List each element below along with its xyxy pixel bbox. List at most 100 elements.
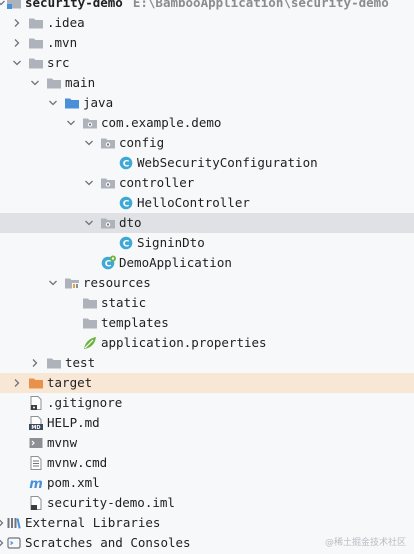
chevron-down-icon[interactable]: [48, 273, 58, 293]
tree-row-label: target: [47, 375, 93, 390]
tree-row[interactable]: .gitignore: [0, 393, 414, 413]
chevron-down-icon[interactable]: [66, 113, 76, 133]
spring-boot-class-icon: C: [100, 255, 116, 271]
folder-icon: [82, 315, 98, 331]
package-icon: [82, 115, 98, 131]
gitignore-file-icon: [28, 395, 44, 411]
markdown-file-icon: MD: [28, 415, 44, 431]
tree-row-label: DemoApplication: [119, 255, 232, 270]
tree-row[interactable]: C WebSecurityConfiguration: [0, 153, 414, 173]
tree-row[interactable]: security-demo.iml: [0, 493, 414, 513]
tree-row-label: WebSecurityConfiguration: [137, 155, 318, 170]
folder-icon: [28, 55, 44, 71]
tree-row-label: mvnw.cmd: [47, 455, 108, 470]
folder-icon: [28, 15, 44, 31]
chevron-right-icon[interactable]: [12, 13, 22, 33]
package-icon: [100, 215, 116, 231]
tree-row-label: config: [119, 135, 165, 150]
tree-row[interactable]: src: [0, 53, 414, 73]
tree-row-label: dto: [119, 215, 142, 230]
tree-row-label: SigninDto: [137, 235, 205, 250]
chevron-down-icon[interactable]: [84, 133, 94, 153]
tree-row-label: security-demo E:\BambooApplication\securi…: [25, 0, 389, 13]
tree-row[interactable]: .idea: [0, 13, 414, 33]
chevron-down-icon[interactable]: [48, 93, 58, 113]
tree-row-label: .idea: [47, 15, 85, 30]
tree-row-label: .mvn: [47, 35, 78, 50]
tree-row[interactable]: templates: [0, 313, 414, 333]
chevron-down-icon[interactable]: [12, 53, 22, 73]
tree-row-label: java: [83, 95, 114, 110]
chevron-right-icon[interactable]: [12, 33, 22, 53]
svg-text:C: C: [123, 239, 130, 249]
tree-row[interactable]: C DemoApplication: [0, 253, 414, 273]
tree-row-label: main: [65, 75, 96, 90]
folder-icon: [46, 75, 62, 91]
tree-row-label: templates: [101, 315, 169, 330]
tree-row[interactable]: static: [0, 293, 414, 313]
svg-text:C: C: [123, 199, 130, 209]
tree-row-label: External Libraries: [25, 515, 161, 530]
svg-text:C: C: [123, 159, 130, 169]
tree-row-label: pom.xml: [47, 475, 100, 490]
tree-row-label: HELP.md: [47, 415, 100, 430]
tree-row[interactable]: .mvn: [0, 33, 414, 53]
tree-row-label: application.properties: [101, 335, 267, 350]
chevron-right-icon[interactable]: [30, 353, 40, 373]
java-class-icon: C: [118, 155, 134, 171]
tree-row[interactable]: application.properties: [0, 333, 414, 353]
chevron-down-icon[interactable]: [84, 213, 94, 233]
svg-text:m: m: [29, 477, 43, 491]
folder-icon: [28, 35, 44, 51]
tree-row[interactable]: C HelloController: [0, 193, 414, 213]
tree-row[interactable]: C SigninDto: [0, 233, 414, 253]
chevron-right-icon[interactable]: [12, 373, 22, 393]
tree-row[interactable]: mvnw.cmd: [0, 453, 414, 473]
tree-row[interactable]: test: [0, 353, 414, 373]
tree-row-label: .gitignore: [47, 395, 123, 410]
tree-row-label: mvnw: [47, 435, 78, 450]
package-icon: [100, 135, 116, 151]
module-folder-icon: [6, 0, 22, 11]
iml-file-icon: [28, 495, 44, 511]
tree-row[interactable]: dto: [0, 213, 414, 233]
tree-row-label: security-demo.iml: [47, 495, 175, 510]
tree-row-label: test: [65, 355, 96, 370]
tree-row[interactable]: m pom.xml: [0, 473, 414, 493]
tree-row[interactable]: mvnw: [0, 433, 414, 453]
tree-row-label: src: [47, 55, 70, 70]
libraries-icon: [6, 515, 22, 531]
tree-row[interactable]: resources: [0, 273, 414, 293]
svg-text:MD: MD: [31, 425, 40, 431]
tree-row-label: resources: [83, 275, 151, 290]
text-file-icon: [28, 455, 44, 471]
maven-file-icon: m: [28, 475, 44, 492]
chevron-down-icon[interactable]: [30, 73, 40, 93]
chevron-down-icon[interactable]: [84, 173, 94, 193]
scratches-icon: [6, 535, 22, 551]
tree-row[interactable]: com.example.demo: [0, 113, 414, 133]
folder-icon: [46, 355, 62, 371]
java-class-icon: C: [118, 195, 134, 211]
tree-row[interactable]: config: [0, 133, 414, 153]
svg-text:C: C: [105, 259, 112, 269]
tree-row[interactable]: security-demo E:\BambooApplication\securi…: [0, 0, 414, 13]
tree-row[interactable]: main: [0, 73, 414, 93]
source-folder-icon: [64, 95, 80, 111]
java-class-icon: C: [118, 235, 134, 251]
excluded-folder-icon: [28, 375, 44, 391]
watermark: @稀土掘金技术社区: [324, 538, 406, 548]
tree-row[interactable]: java: [0, 93, 414, 113]
tree-row[interactable]: target: [0, 373, 414, 393]
properties-file-icon: [82, 335, 98, 351]
tree-row-label: com.example.demo: [101, 115, 222, 130]
project-path: E:\BambooApplication\security-demo: [132, 0, 389, 10]
tree-row[interactable]: External Libraries: [0, 513, 414, 533]
tree-row[interactable]: controller: [0, 173, 414, 193]
tree-row-label: Scratches and Consoles: [25, 535, 191, 550]
resources-folder-icon: [64, 275, 80, 291]
tree-row-label: static: [101, 295, 147, 310]
tree-row-label: HelloController: [137, 195, 250, 210]
package-icon: [100, 175, 116, 191]
tree-row[interactable]: MD HELP.md: [0, 413, 414, 433]
